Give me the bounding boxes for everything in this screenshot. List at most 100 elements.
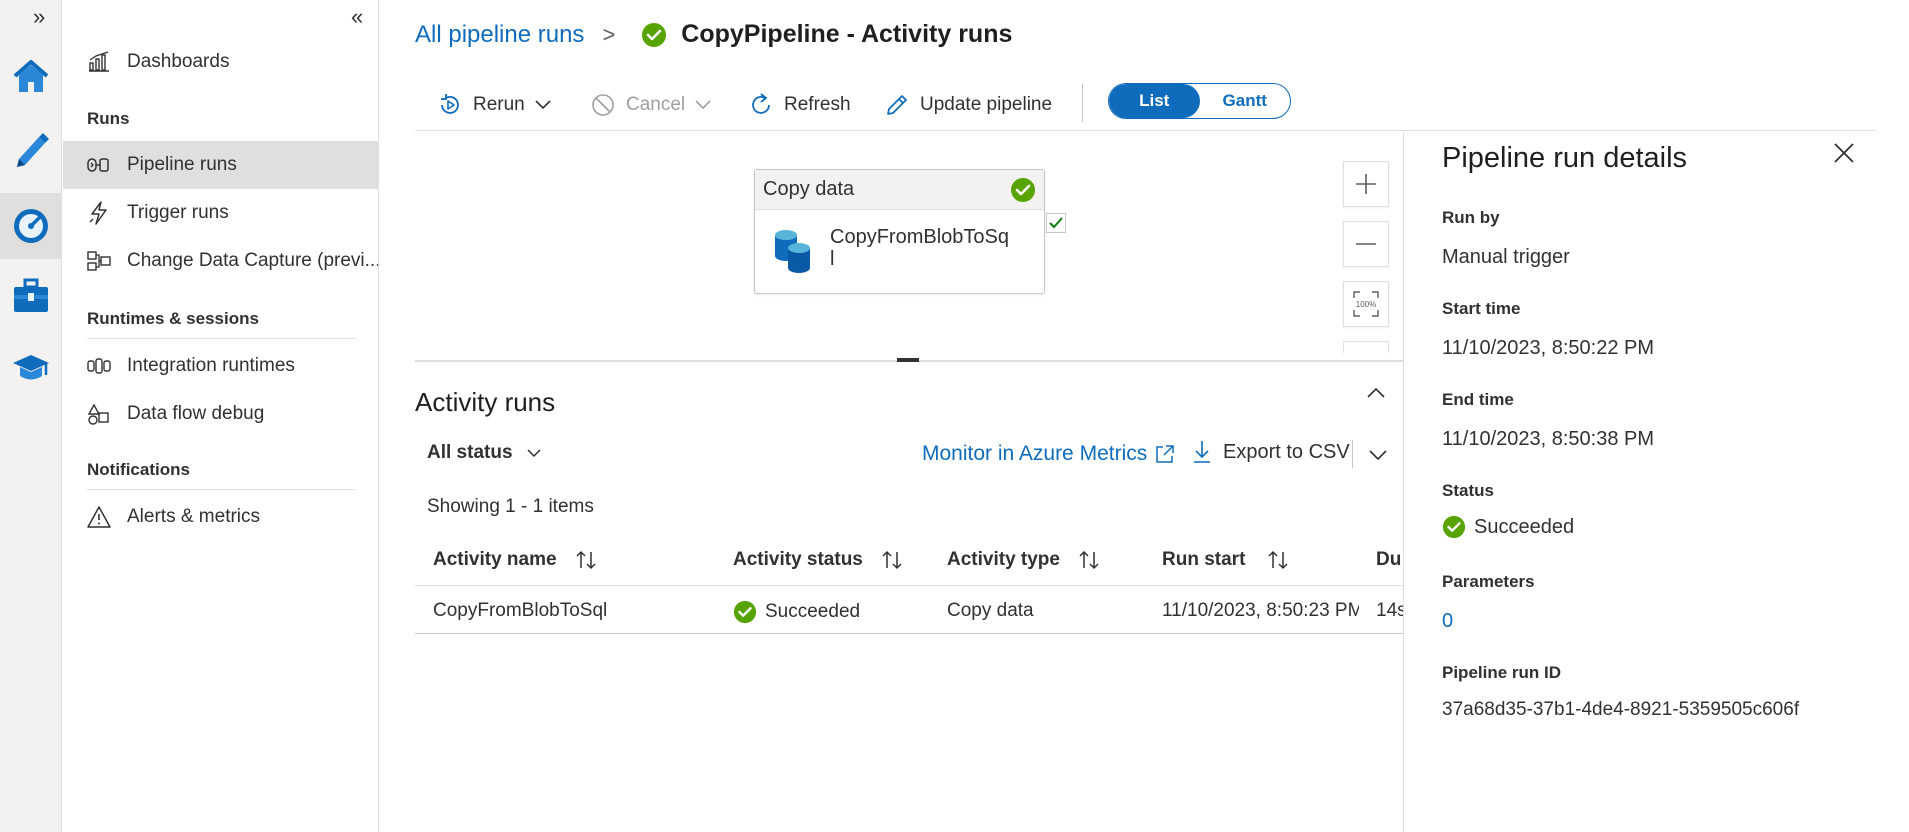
column-header-run-start[interactable]: Run start	[1162, 549, 1289, 571]
showing-items-count: Showing 1 - 1 items	[427, 496, 594, 517]
nav-item-integration-runtimes[interactable]: Integration runtimes	[63, 342, 378, 390]
nav-item-dashboards[interactable]: Dashboards	[63, 38, 378, 86]
collapse-nav-icon[interactable]: «	[351, 4, 363, 30]
breadcrumb-all-pipeline-runs[interactable]: All pipeline runs	[415, 21, 584, 49]
nav-item-label: Data flow debug	[127, 403, 265, 424]
view-toggle: List Gantt	[1108, 83, 1291, 119]
status-label: Status	[1442, 481, 1494, 500]
export-options-chevron-icon[interactable]	[1369, 448, 1387, 466]
activity-node-card[interactable]: Copy data CopyFromBlobToSq l	[754, 169, 1045, 294]
start-time-label: Start time	[1442, 299, 1521, 318]
zoom-control-more	[1343, 341, 1389, 353]
zoom-out-button[interactable]	[1343, 221, 1389, 267]
column-header-activity-type[interactable]: Activity type	[947, 549, 1100, 571]
nav-item-alerts-metrics[interactable]: Alerts & metrics	[63, 493, 378, 541]
activity-checkbox[interactable]	[1046, 213, 1066, 233]
column-header-duration[interactable]: Du	[1376, 549, 1402, 571]
chevron-down-icon	[527, 448, 541, 457]
sort-icon	[1267, 550, 1289, 570]
start-time-value: 11/10/2023, 8:50:22 PM	[1442, 337, 1655, 359]
download-icon	[1194, 441, 1210, 463]
close-icon[interactable]	[1833, 142, 1855, 169]
activity-runs-title: Activity runs	[415, 387, 556, 417]
home-icon[interactable]	[0, 46, 62, 108]
status-filter-dropdown[interactable]: All status	[427, 442, 541, 464]
cell-run-start: 11/10/2023, 8:50:23 PM	[1162, 600, 1359, 621]
column-header-label: Du	[1376, 549, 1402, 570]
run-by-label: Run by	[1442, 208, 1500, 227]
status-text: Succeeded	[765, 601, 861, 622]
data-flow-debug-icon	[85, 400, 113, 428]
cancel-button[interactable]: Cancel	[590, 88, 711, 122]
change-data-capture-icon	[85, 247, 113, 275]
warning-triangle-icon	[85, 503, 113, 531]
monitor-nav-panel: « Dashboards Runs Pipeline runs Trigger …	[63, 0, 379, 832]
pipeline-runs-icon	[85, 151, 113, 179]
gantt-view-toggle[interactable]: Gantt	[1200, 84, 1291, 118]
nav-item-label: Alerts & metrics	[127, 506, 261, 527]
chevron-down-icon	[695, 100, 711, 110]
refresh-button[interactable]: Refresh	[748, 88, 851, 122]
end-time-label: End time	[1442, 390, 1514, 409]
monitor-azure-metrics-label: Monitor in Azure Metrics	[922, 442, 1148, 465]
toolbar-divider	[1082, 84, 1083, 122]
learning-center-icon[interactable]	[0, 337, 62, 399]
update-pipeline-button[interactable]: Update pipeline	[884, 88, 1052, 122]
activity-node-name-line: CopyFromBlobToSq	[830, 226, 1009, 248]
success-check-icon	[733, 600, 757, 624]
page-title: CopyPipeline - Activity runs	[681, 20, 1013, 48]
integration-runtime-icon	[85, 352, 113, 380]
rerun-icon	[437, 92, 463, 118]
success-check-icon	[1010, 177, 1036, 203]
nav-item-change-data-capture[interactable]: Change Data Capture (previ...	[63, 237, 378, 285]
rerun-label: Rerun	[473, 94, 525, 115]
author-pencil-icon[interactable]	[0, 118, 62, 180]
end-time-value: 11/10/2023, 8:50:38 PM	[1442, 428, 1655, 450]
pipeline-run-details-panel: Pipeline run details Run by Manual trigg…	[1403, 132, 1909, 832]
nav-item-label: Pipeline runs	[127, 154, 237, 175]
breadcrumb-separator: >	[602, 21, 616, 47]
rerun-button[interactable]: Rerun	[437, 88, 551, 122]
zoom-to-fit-button[interactable]: 100%	[1343, 281, 1389, 327]
nav-heading-runtimes: Runtimes & sessions	[87, 309, 259, 328]
edit-pencil-icon	[884, 92, 910, 118]
status-value: Succeeded	[1442, 515, 1574, 539]
export-csv-button[interactable]: Export to CSV	[1193, 440, 1350, 464]
toolbar-bottom-border	[415, 130, 1875, 131]
activity-node-name: CopyFromBlobToSq l	[830, 226, 1009, 270]
monitor-azure-metrics-link[interactable]: Monitor in Azure Metrics	[922, 442, 1175, 466]
zoom-in-button[interactable]	[1343, 161, 1389, 207]
splitter-handle[interactable]	[897, 358, 919, 362]
nav-item-trigger-runs[interactable]: Trigger runs	[63, 189, 378, 237]
zoom-fit-label: 100%	[1355, 299, 1377, 309]
column-header-activity-name[interactable]: Activity name	[433, 549, 597, 571]
manage-toolbox-icon[interactable]	[0, 265, 62, 327]
list-view-toggle[interactable]: List	[1109, 84, 1200, 118]
export-divider	[1352, 440, 1353, 468]
cell-activity-status: Succeeded	[733, 600, 860, 624]
column-header-activity-status[interactable]: Activity status	[733, 549, 903, 571]
chevron-down-icon	[535, 100, 551, 110]
nav-item-pipeline-runs[interactable]: Pipeline runs	[63, 141, 378, 189]
sort-icon	[881, 550, 903, 570]
expand-rail-icon[interactable]: »	[33, 4, 45, 30]
nav-divider	[87, 338, 355, 339]
minus-icon	[1356, 243, 1376, 245]
run-id-value: 37a68d35-37b1-4de4-8921-5359505c606f	[1442, 699, 1800, 720]
parameters-link[interactable]: 0	[1442, 610, 1453, 633]
cell-activity-type: Copy data	[947, 600, 1034, 621]
dashboard-chart-icon	[85, 48, 113, 76]
lightning-icon	[85, 199, 113, 227]
status-filter-label: All status	[427, 442, 513, 463]
nav-item-data-flow-debug[interactable]: Data flow debug	[63, 390, 378, 438]
success-check-icon	[641, 22, 667, 48]
nav-item-label: Integration runtimes	[127, 355, 295, 376]
sort-icon	[1078, 550, 1100, 570]
activity-node-header: Copy data	[755, 170, 1044, 210]
monitor-gauge-icon[interactable]	[0, 193, 62, 259]
status-text: Succeeded	[1474, 515, 1575, 538]
cell-activity-name[interactable]: CopyFromBlobToSql	[433, 600, 607, 622]
run-id-label: Pipeline run ID	[1442, 663, 1562, 682]
nav-heading-runs: Runs	[87, 109, 130, 128]
collapse-section-chevron-icon[interactable]	[1366, 386, 1386, 404]
